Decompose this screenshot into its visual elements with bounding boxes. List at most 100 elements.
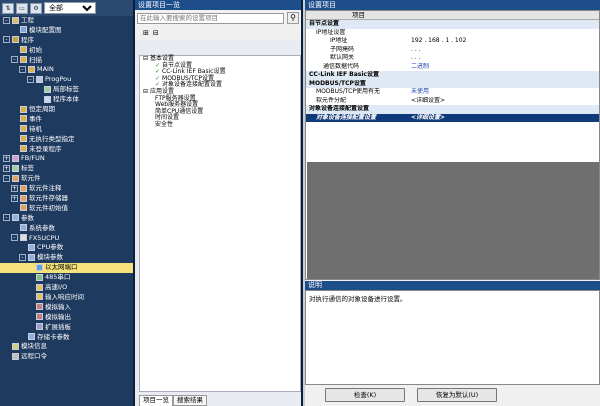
- tree-item[interactable]: 存储卡参数: [0, 333, 133, 343]
- tree-item[interactable]: + FB/FUN: [0, 154, 133, 164]
- collapse-all-icon[interactable]: ⊟: [153, 29, 159, 37]
- grid-row-value[interactable]: . . .: [411, 54, 599, 63]
- grid-row[interactable]: 自节点设置: [306, 20, 599, 29]
- tree-item[interactable]: - 参数: [0, 214, 133, 224]
- collapse-icon[interactable]: -: [3, 16, 10, 24]
- gear-icon[interactable]: ⚙: [30, 2, 42, 14]
- display-mode-icon[interactable]: ▭: [16, 2, 28, 14]
- grid-row[interactable]: 对象设备连接配置设置 <详细设置>: [306, 113, 599, 123]
- grid-row-name: 软元件分配: [316, 96, 347, 104]
- tree-item[interactable]: 系统参数: [0, 224, 133, 234]
- tree-item[interactable]: 初始: [0, 46, 133, 56]
- expand-icon[interactable]: +: [3, 154, 10, 162]
- collapse-icon[interactable]: -: [11, 56, 18, 64]
- tree-item[interactable]: CPU参数: [0, 243, 133, 253]
- tree-item[interactable]: 无执行类型指定: [0, 135, 133, 145]
- fb-icon: [12, 154, 19, 162]
- expand-icon[interactable]: +: [11, 184, 18, 192]
- tree-item[interactable]: - 扫描: [0, 56, 133, 66]
- tree-item[interactable]: 事件: [0, 115, 133, 125]
- grid-row-value[interactable]: [411, 105, 599, 114]
- folder-icon: [20, 115, 27, 123]
- filter-select[interactable]: 全部: [44, 2, 96, 14]
- expand-icon[interactable]: +: [3, 164, 10, 172]
- expand-icon[interactable]: +: [11, 194, 18, 202]
- check-button[interactable]: 检查(K): [325, 388, 405, 402]
- collapse-icon[interactable]: -: [19, 253, 26, 261]
- tree-item-label: 模拟输出: [45, 312, 71, 321]
- tree-item[interactable]: + 软元件存储器: [0, 194, 133, 204]
- tree-item[interactable]: 远程口令: [0, 352, 133, 362]
- tree-item[interactable]: 以太网端口: [0, 263, 133, 274]
- grid-row-value[interactable]: 未使用: [411, 88, 599, 97]
- grid-row[interactable]: CC-Link IEF Basic设置: [306, 71, 599, 80]
- grid-row[interactable]: MODBUS/TCP使用有无 未使用: [306, 88, 599, 97]
- grid-row-value[interactable]: <详细设置>: [411, 97, 599, 106]
- tree-item[interactable]: + 标签: [0, 164, 133, 174]
- tree-item[interactable]: 未登录程序: [0, 145, 133, 155]
- collapse-icon[interactable]: -: [3, 214, 10, 222]
- grid-row-value[interactable]: [411, 29, 599, 38]
- tree-item[interactable]: 模拟输出: [0, 313, 133, 323]
- tree-item[interactable]: 恒定周期: [0, 105, 133, 115]
- collapse-icon[interactable]: -: [19, 65, 26, 73]
- tree-item-label: 软元件初始值: [29, 203, 68, 212]
- grid-row-name: 自节点设置: [309, 20, 340, 27]
- description-box: 对执行通信的对象设备进行设置。: [305, 290, 600, 385]
- collapse-icon[interactable]: -: [11, 234, 18, 242]
- device-icon: [20, 204, 27, 212]
- restore-default-button[interactable]: 恢复为默认(U): [417, 388, 497, 402]
- tree-item[interactable]: 模拟输入: [0, 303, 133, 313]
- tree-item[interactable]: 模块配置图: [0, 26, 133, 36]
- tab-item-list[interactable]: 项目一览: [139, 395, 173, 406]
- tree-item[interactable]: 待机: [0, 125, 133, 135]
- tree-item[interactable]: - FX5UCPU: [0, 234, 133, 244]
- grid-header: 项目: [306, 11, 599, 20]
- expand-all-icon[interactable]: ⊞: [143, 29, 149, 37]
- collapse-icon[interactable]: -: [3, 174, 10, 182]
- grid-row-name: CC-Link IEF Basic设置: [309, 71, 379, 78]
- serial-icon: [36, 273, 43, 281]
- collapse-icon[interactable]: ⊟: [143, 55, 148, 62]
- grid-row[interactable]: 子网掩码 . . .: [306, 46, 599, 55]
- tree-item[interactable]: 高速I/O: [0, 283, 133, 293]
- tree-item[interactable]: 模块信息: [0, 342, 133, 352]
- tree-item[interactable]: - ProgPou: [0, 75, 133, 85]
- collapse-icon[interactable]: -: [3, 36, 10, 44]
- grid-row[interactable]: 软元件分配 <详细设置>: [306, 97, 599, 106]
- tree-item[interactable]: - MAIN: [0, 65, 133, 75]
- tree-item[interactable]: + 软元件注释: [0, 184, 133, 194]
- grid-row[interactable]: IP地址 192 . 168 . 1 . 102: [306, 37, 599, 46]
- grid-row[interactable]: 对象设备连接配置设置: [306, 105, 599, 114]
- grid-row-value[interactable]: 192 . 168 . 1 . 102: [411, 37, 599, 46]
- grid-row-value[interactable]: <详细设置>: [411, 114, 599, 123]
- collapse-icon[interactable]: ⊟: [143, 88, 148, 95]
- grid-row[interactable]: 默认网关 . . .: [306, 54, 599, 63]
- tree-item[interactable]: - 模块参数: [0, 253, 133, 263]
- grid-row-value[interactable]: [411, 80, 599, 89]
- grid-row[interactable]: 通信数据代码 二进制: [306, 63, 599, 72]
- tree-item[interactable]: 485串口: [0, 273, 133, 283]
- tree-item-label: 扩展插板: [45, 322, 71, 331]
- grid-row-value[interactable]: . . .: [411, 46, 599, 55]
- setting-tree-item[interactable]: 安全性: [140, 121, 300, 129]
- tree-item[interactable]: 软元件初始值: [0, 204, 133, 214]
- collapse-icon[interactable]: -: [27, 75, 34, 83]
- binoculars-icon[interactable]: ⚲: [287, 12, 299, 24]
- grid-row[interactable]: IP地址设置: [306, 29, 599, 38]
- tab-search-results[interactable]: 搜索结果: [173, 395, 207, 406]
- grid-row-value[interactable]: 二进制: [411, 63, 599, 72]
- tree-item[interactable]: 程序本体: [0, 95, 133, 105]
- tree-item[interactable]: 扩展插板: [0, 323, 133, 333]
- grid-row-value[interactable]: [411, 20, 599, 29]
- tree-item[interactable]: - 工程: [0, 16, 133, 26]
- grid-rows: 自节点设置 IP地址设置 IP地址 192 . 168 . 1 . 102 子网掩码 .…: [306, 20, 599, 122]
- grid-row[interactable]: MODBUS/TCP设置: [306, 79, 599, 89]
- tree-item[interactable]: 输入响应时间: [0, 293, 133, 303]
- tree-item[interactable]: - 程序: [0, 36, 133, 46]
- sort-icon[interactable]: ⇅: [2, 2, 14, 14]
- search-input[interactable]: [137, 12, 284, 24]
- grid-row-value[interactable]: [411, 71, 599, 80]
- tree-item[interactable]: 局部标签: [0, 85, 133, 95]
- tree-item[interactable]: - 软元件: [0, 174, 133, 184]
